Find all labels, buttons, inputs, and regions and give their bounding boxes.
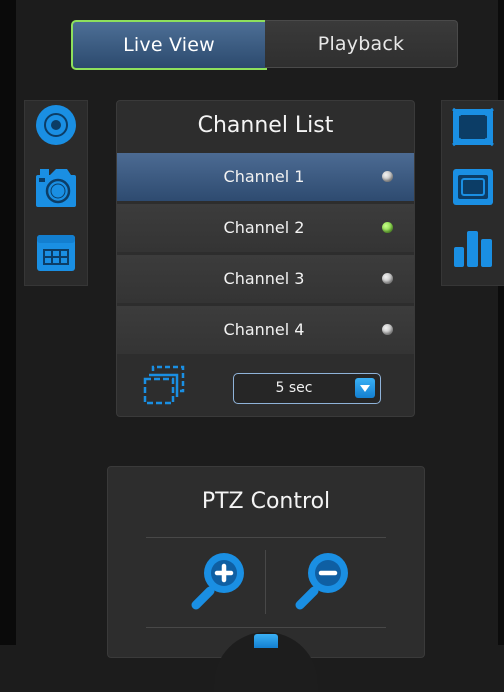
- channel-row-3[interactable]: Channel 3: [117, 255, 414, 303]
- status-indicator-icon: [382, 324, 393, 335]
- channel-row-1[interactable]: Channel 1: [117, 153, 414, 201]
- cycle-interval-value: 5 sec: [275, 380, 313, 396]
- tab-live-view[interactable]: Live View: [71, 20, 267, 70]
- channel-list: Channel 1 Channel 2 Channel 3 Channel 4: [117, 153, 414, 357]
- left-edge-bar: [0, 0, 16, 645]
- zoom-in-icon[interactable]: [186, 549, 250, 613]
- ptz-divider: [265, 550, 266, 614]
- ptz-control-panel: PTZ Control: [107, 466, 425, 692]
- status-indicator-icon: [382, 222, 393, 233]
- cycle-interval-select[interactable]: 5 sec: [233, 373, 381, 404]
- channel-list-panel: Channel List Channel 1 Channel 2 Channel…: [116, 100, 415, 417]
- ptz-separator: [146, 627, 386, 628]
- right-toolbar: [441, 100, 504, 286]
- status-indicator-icon: [382, 171, 393, 182]
- channel-label: Channel 4: [223, 320, 305, 339]
- channel-list-title: Channel List: [197, 113, 334, 138]
- calendar-grid-icon[interactable]: [34, 231, 78, 275]
- channel-row-4[interactable]: Channel 4: [117, 306, 414, 354]
- left-toolbar: [24, 100, 88, 286]
- tab-playback[interactable]: Playback: [265, 20, 458, 68]
- status-indicator-icon: [382, 273, 393, 284]
- fullscreen-icon[interactable]: [451, 105, 495, 149]
- zoom-out-icon[interactable]: [290, 549, 354, 613]
- aspect-ratio-icon[interactable]: [451, 165, 495, 209]
- channel-label: Channel 2: [223, 218, 305, 237]
- bar-chart-icon[interactable]: [451, 225, 495, 269]
- channel-label: Channel 3: [223, 269, 305, 288]
- channel-label: Channel 1: [223, 167, 305, 186]
- chevron-down-icon: [355, 378, 375, 398]
- channel-cycle-icon[interactable]: [143, 365, 185, 405]
- ptz-joystick[interactable]: [214, 632, 318, 692]
- ptz-separator: [146, 537, 386, 538]
- right-edge-bar: [498, 0, 504, 645]
- pan-up-icon[interactable]: [254, 634, 278, 648]
- record-disc-icon[interactable]: [34, 103, 78, 147]
- channel-row-2[interactable]: Channel 2: [117, 204, 414, 252]
- camera-snapshot-icon[interactable]: [34, 167, 78, 211]
- view-mode-tabs: Live View Playback: [71, 20, 459, 70]
- ptz-control-title: PTZ Control: [201, 489, 331, 514]
